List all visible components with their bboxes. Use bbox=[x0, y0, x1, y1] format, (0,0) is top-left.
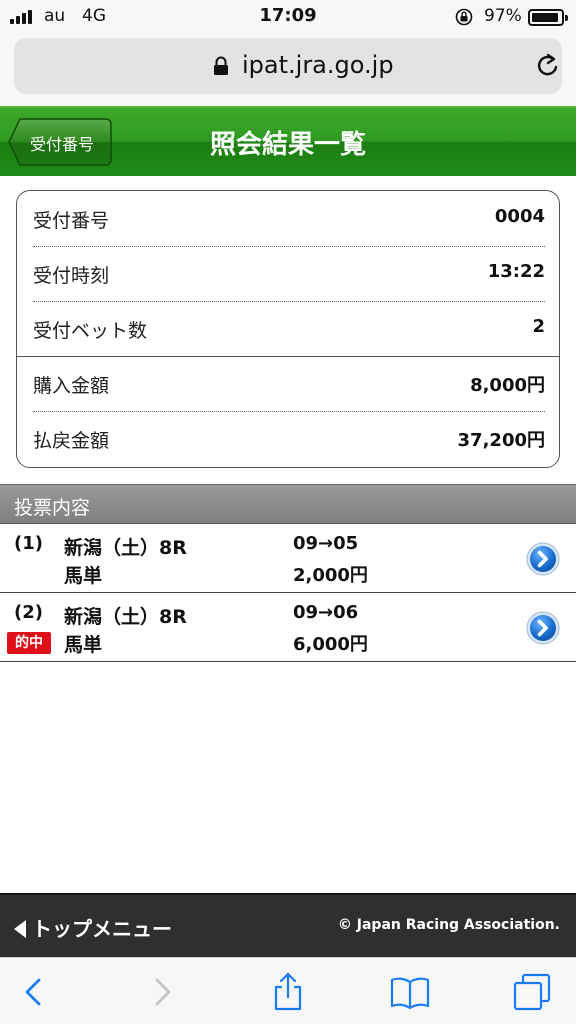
bet-type: 馬単 bbox=[64, 565, 103, 587]
bet-combination: 09→05 bbox=[293, 533, 359, 554]
bet-race: 新潟（土）8R bbox=[64, 537, 187, 559]
section-title: 投票内容 bbox=[14, 497, 91, 519]
bet-type: 馬単 bbox=[64, 634, 103, 656]
summary-row-receipt-number: 受付番号 0004 bbox=[33, 192, 545, 246]
status-bar: au 4G 17:09 97% bbox=[0, 0, 576, 34]
orientation-lock-icon bbox=[455, 8, 473, 26]
summary-row-bet-count: 受付ベット数 2 bbox=[33, 302, 545, 356]
copyright-text: © Japan Racing Association. bbox=[337, 917, 560, 933]
summary-value: 2 bbox=[532, 316, 545, 337]
page-header: 受付番号 照会結果一覧 bbox=[0, 106, 576, 176]
bookmarks-icon[interactable] bbox=[390, 972, 430, 1012]
bet-combination: 09→06 bbox=[293, 602, 359, 623]
back-icon[interactable] bbox=[14, 972, 54, 1012]
summary-row-payout-amount: 払戻金額 37,200円 bbox=[33, 412, 545, 466]
section-header: 投票内容 bbox=[0, 484, 576, 524]
reload-icon[interactable] bbox=[534, 52, 562, 80]
summary-value: 13:22 bbox=[487, 261, 545, 282]
summary-label: 受付ベット数 bbox=[33, 320, 148, 342]
bet-row[interactable]: (1) 新潟（土）8R 馬単 09→05 2,000円 bbox=[0, 525, 576, 593]
address-bar[interactable]: ipat.jra.go.jp bbox=[14, 38, 562, 94]
bet-amount: 6,000円 bbox=[293, 634, 368, 655]
tabs-icon[interactable] bbox=[512, 972, 552, 1012]
top-menu-link[interactable]: トップメニュー bbox=[14, 913, 172, 942]
summary-value: 8,000円 bbox=[470, 375, 545, 396]
browser-address-area: ipat.jra.go.jp bbox=[0, 34, 576, 106]
summary-value: 0004 bbox=[494, 206, 545, 227]
share-icon[interactable] bbox=[268, 972, 308, 1012]
page-title-text: 照会結果一覧 bbox=[209, 130, 366, 160]
summary-label: 受付番号 bbox=[33, 210, 110, 232]
forward-icon[interactable] bbox=[142, 972, 182, 1012]
top-menu-label: トップメニュー bbox=[32, 917, 172, 941]
browser-toolbar bbox=[0, 957, 576, 1024]
bet-row[interactable]: (2) 的中 新潟（土）8R 馬単 09→06 6,000円 bbox=[0, 594, 576, 662]
summary-row-receipt-time: 受付時刻 13:22 bbox=[33, 247, 545, 301]
summary-label: 購入金額 bbox=[33, 375, 110, 397]
battery-percent: 97% bbox=[484, 6, 522, 26]
summary-label: 払戻金額 bbox=[33, 430, 110, 452]
hit-badge: 的中 bbox=[7, 632, 51, 654]
bet-amount: 2,000円 bbox=[293, 565, 368, 586]
bet-number: (1) bbox=[14, 533, 43, 554]
chevron-right-circle-icon[interactable] bbox=[526, 542, 560, 576]
url-text[interactable]: ipat.jra.go.jp bbox=[242, 51, 394, 79]
bet-number: (2) bbox=[14, 602, 43, 623]
page-footer: トップメニュー © Japan Racing Association. bbox=[0, 893, 576, 957]
summary-value: 37,200円 bbox=[457, 430, 545, 451]
summary-row-purchase-amount: 購入金額 8,000円 bbox=[33, 357, 545, 411]
triangle-left-icon bbox=[14, 920, 26, 938]
summary-label: 受付時刻 bbox=[33, 265, 110, 287]
battery-icon bbox=[528, 9, 568, 26]
page-title: 照会結果一覧 bbox=[0, 124, 576, 161]
bet-race: 新潟（土）8R bbox=[64, 606, 187, 628]
chevron-right-circle-icon[interactable] bbox=[526, 611, 560, 645]
lock-icon bbox=[214, 56, 228, 75]
summary-card: 受付番号 0004 受付時刻 13:22 受付ベット数 2 購入金額 8,000… bbox=[16, 190, 560, 468]
